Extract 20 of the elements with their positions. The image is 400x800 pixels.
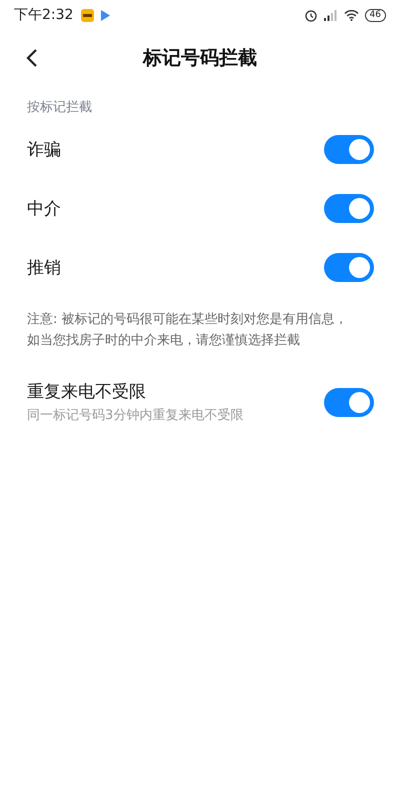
toggle-switch[interactable] bbox=[324, 253, 374, 282]
setting-label: 中介 bbox=[27, 198, 61, 220]
toggle-switch[interactable] bbox=[324, 194, 374, 223]
setting-label: 重复来电不受限 bbox=[27, 381, 147, 403]
page-title: 标记号码拦截 bbox=[143, 46, 257, 71]
note-text: 注意: 被标记的号码很可能在某些时刻对您是有用信息，如当您找房子时的中介来电，请您谨慎选择拦截 bbox=[26, 311, 349, 350]
setting-label: 诈骗 bbox=[27, 139, 61, 161]
wifi-icon bbox=[344, 9, 359, 21]
section-label: 按标记拦截 bbox=[26, 99, 93, 117]
setting-label: 推销 bbox=[27, 257, 61, 279]
toggle-switch[interactable] bbox=[324, 135, 374, 164]
signal-icon bbox=[324, 9, 338, 21]
battery-indicator: 46 bbox=[364, 8, 386, 22]
app-icon bbox=[81, 8, 94, 22]
setting-description: 同一标记号码3分钟内重复来电不受限 bbox=[27, 407, 244, 424]
play-icon bbox=[100, 10, 110, 20]
toggle-switch[interactable] bbox=[324, 388, 374, 416]
back-icon[interactable] bbox=[26, 48, 38, 68]
status-time: 下午2:32 bbox=[14, 6, 74, 24]
alarm-icon bbox=[304, 8, 318, 22]
